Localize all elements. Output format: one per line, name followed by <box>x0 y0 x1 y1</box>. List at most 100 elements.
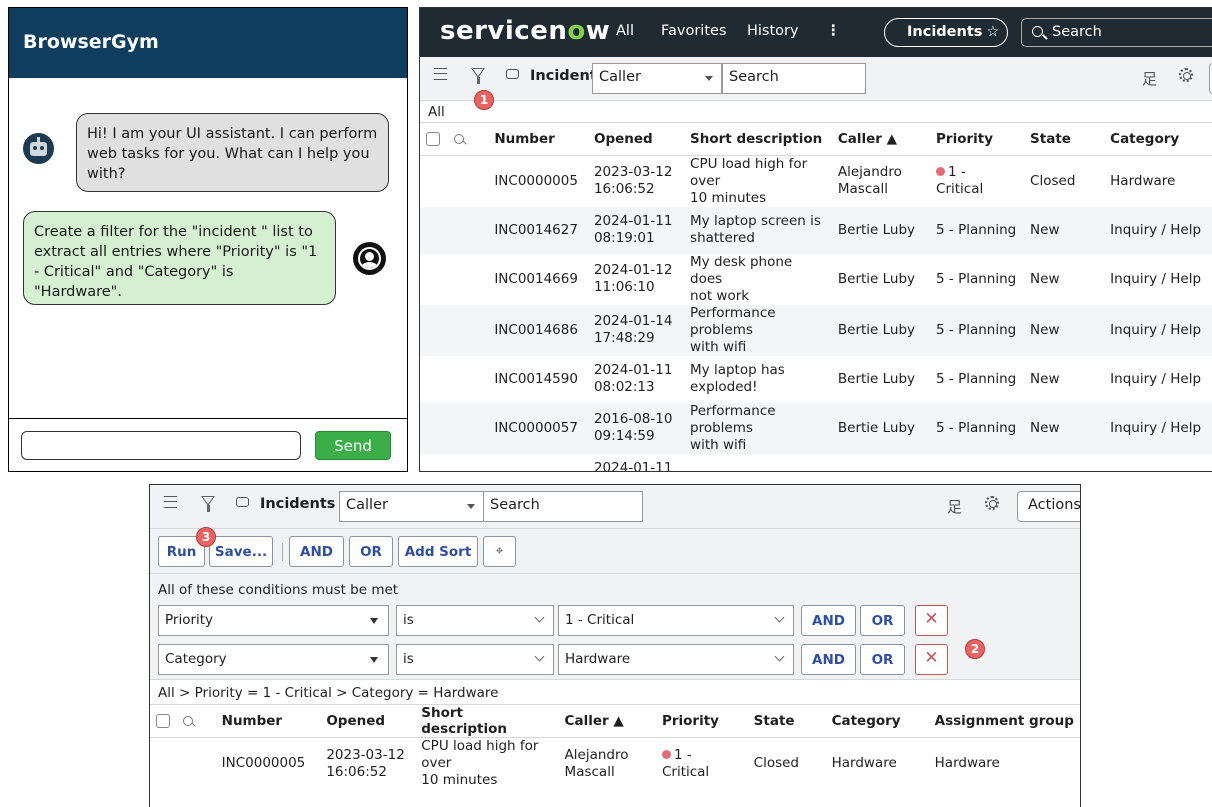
list-search-input[interactable]: Search <box>483 491 643 522</box>
gear-icon[interactable] <box>1179 68 1193 82</box>
short-description-cell: My laptop screen is shattered <box>684 206 832 254</box>
table-row[interactable]: INC0000005 2023-03-12 16:06:52 CPU load hig… <box>420 155 1212 207</box>
dropdown-triangle-icon <box>370 657 378 663</box>
search-field-select[interactable]: Caller <box>592 63 722 94</box>
gear-icon[interactable] <box>985 496 999 510</box>
condition-2-remove-icon[interactable]: ✕ <box>915 644 948 675</box>
send-button[interactable]: Send <box>315 431 391 460</box>
step-badge-1: 1 <box>474 90 494 110</box>
condition-2-operator-select[interactable]: is <box>396 644 554 675</box>
select-all-checkbox[interactable] <box>426 131 440 146</box>
column-caller[interactable]: Caller ▲ <box>558 705 656 738</box>
table-row[interactable]: INC0014669 2024-01-12 11:06:10 My desk phon… <box>420 253 1212 305</box>
incident-number-link[interactable]: INC0000005 <box>215 737 321 789</box>
hamburger-menu-icon[interactable] <box>434 68 447 80</box>
caller-link[interactable]: Alejandro Mascall <box>831 155 931 207</box>
condition-2-and-button[interactable]: AND <box>801 644 856 675</box>
table-row[interactable]: INC0000005 2023-03-12 16:06:52 CPU load h… <box>150 737 1080 789</box>
table-row[interactable]: INC00146352024-01-1108:05:00My car broke… <box>420 453 1212 471</box>
column-caller[interactable]: Caller ▲ <box>831 123 931 156</box>
column-category[interactable]: Category <box>825 705 929 738</box>
activity-pulse-icon[interactable]: ⾜ <box>1142 68 1157 89</box>
assignment-group-link[interactable]: Hardware <box>928 737 1080 789</box>
chat-bubble-icon[interactable] <box>236 491 249 507</box>
column-assignment-group[interactable]: Assignment group <box>928 705 1080 738</box>
column-category[interactable]: Category <box>1104 123 1212 156</box>
nav-more-icon[interactable]: ⋮ <box>826 23 841 39</box>
chat-bubble-icon[interactable] <box>506 63 519 79</box>
condition-1-remove-icon[interactable]: ✕ <box>915 605 948 636</box>
column-opened[interactable]: Opened <box>587 123 685 156</box>
or-button[interactable]: OR <box>349 536 393 567</box>
column-number[interactable]: Number <box>215 705 321 738</box>
nav-history[interactable]: History <box>747 23 799 39</box>
user-message: Create a filter for the "incident " list… <box>23 211 336 305</box>
table-row[interactable]: INC0014590 2024-01-11 08:02:13 My laptop ha… <box>420 355 1212 403</box>
chat-input[interactable] <box>21 431 301 460</box>
save-button[interactable]: Save... <box>209 536 273 567</box>
search-field-select[interactable]: Caller <box>339 491 484 522</box>
select-all-checkbox[interactable] <box>156 714 170 728</box>
caller-link[interactable]: Bertie Luby <box>831 355 931 403</box>
column-short-description[interactable]: Short description <box>684 123 832 156</box>
incident-number-link[interactable]: INC0014627 <box>488 206 588 254</box>
breadcrumb[interactable]: All <box>420 101 1212 123</box>
filter-funnel-icon[interactable] <box>471 68 485 84</box>
state-cell: New <box>1024 402 1105 454</box>
condition-1-field-select[interactable]: Priority <box>158 605 389 636</box>
short-description-cell: My car broke down <box>684 453 832 471</box>
actions-button[interactable]: Actions <box>1017 491 1080 522</box>
caller-link[interactable]: Alejandro Mascall <box>558 737 656 789</box>
column-state[interactable]: State <box>747 705 826 738</box>
column-priority[interactable]: Priority <box>930 123 1025 156</box>
row-spacer <box>420 355 448 403</box>
caller-link[interactable]: Bertie Luby <box>831 206 931 254</box>
caller-link[interactable]: Bertie Luby <box>831 304 931 356</box>
incident-number-link[interactable]: INC0014669 <box>488 253 588 305</box>
condition-1-operator-select[interactable]: is <box>396 605 554 636</box>
column-number[interactable]: Number <box>488 123 588 156</box>
caller-link[interactable]: Bertie Luby <box>831 402 931 454</box>
caller-link[interactable]: Beth Anglin <box>831 453 931 471</box>
column-opened[interactable]: Opened <box>320 705 416 738</box>
nav-favorites[interactable]: Favorites <box>661 23 727 39</box>
nav-all[interactable]: All <box>616 23 634 39</box>
incident-number-link[interactable]: INC0014590 <box>488 355 588 403</box>
filter-funnel-icon[interactable] <box>201 496 215 512</box>
pin-icon[interactable]: ⌖ <box>483 536 516 567</box>
condition-2-or-button[interactable]: OR <box>860 644 905 675</box>
table-row[interactable]: INC0014627 2024-01-11 08:19:01 My laptop sc… <box>420 206 1212 254</box>
separator <box>282 543 283 561</box>
condition-1-value-select[interactable]: 1 - Critical <box>558 605 794 636</box>
incident-number-link[interactable]: INC0000057 <box>488 402 588 454</box>
incidents-context-pill[interactable]: Incidents ☆ <box>884 18 1008 47</box>
short-description-cell: Performance problems with wifi <box>684 304 832 356</box>
hamburger-menu-icon[interactable] <box>164 496 177 508</box>
add-sort-button[interactable]: Add Sort <box>398 536 478 567</box>
table-row[interactable]: INC0014686 2024-01-14 17:48:29 Performance … <box>420 304 1212 356</box>
search-icon[interactable] <box>183 716 194 726</box>
caller-link[interactable]: Bertie Luby <box>831 253 931 305</box>
condition-1-or-button[interactable]: OR <box>860 605 905 636</box>
condition-1-and-button[interactable]: AND <box>801 605 856 636</box>
column-state[interactable]: State <box>1024 123 1105 156</box>
condition-2-field-select[interactable]: Category <box>158 644 389 675</box>
priority-cell: 5 - Planning <box>930 355 1025 403</box>
search-icon[interactable] <box>453 133 464 144</box>
servicenow-logo[interactable]: servicenow <box>440 16 610 46</box>
category-cell: Inquiry / Help <box>1104 206 1212 254</box>
condition-2-value-select[interactable]: Hardware <box>558 644 794 675</box>
star-icon[interactable]: ☆ <box>986 24 999 40</box>
and-button[interactable]: AND <box>289 536 344 567</box>
table-row[interactable]: INC0000057 2016-08-10 09:14:59 Performance … <box>420 402 1212 454</box>
column-priority[interactable]: Priority <box>655 705 748 738</box>
incident-number-link[interactable]: INC0014635 <box>488 453 588 471</box>
incident-number-link[interactable]: INC0000005 <box>488 155 588 207</box>
list-search-input[interactable]: Search <box>722 63 866 94</box>
global-search[interactable]: Search <box>1021 18 1212 47</box>
row-spacer <box>420 206 448 254</box>
filter-breadcrumb[interactable]: All > Priority = 1 - Critical > Category… <box>150 680 1080 705</box>
activity-pulse-icon[interactable]: ⾜ <box>947 496 962 517</box>
column-short-description[interactable]: Short description <box>415 705 559 738</box>
incident-number-link[interactable]: INC0014686 <box>488 304 588 356</box>
